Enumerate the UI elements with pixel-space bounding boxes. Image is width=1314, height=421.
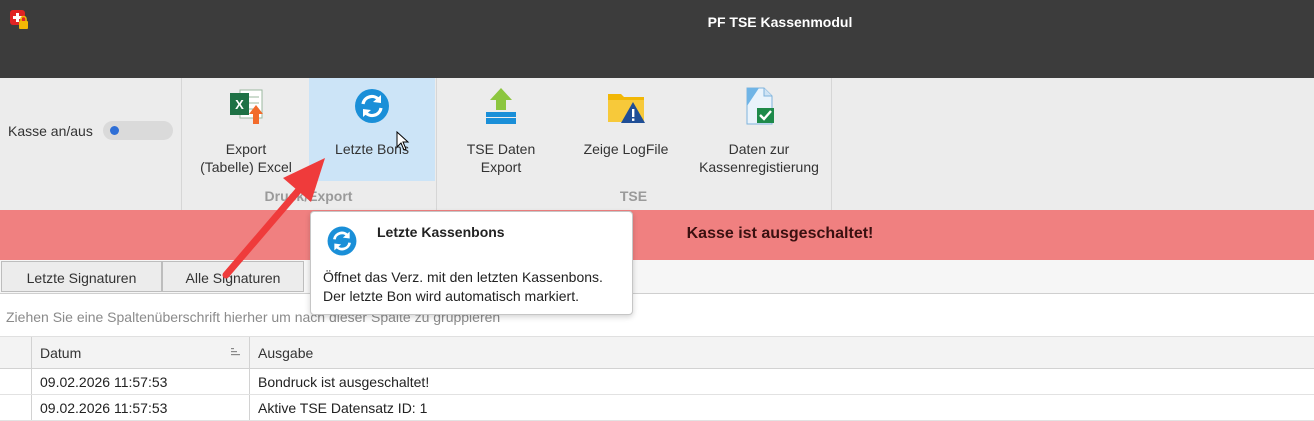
table-row[interactable]: 09.02.2026 11:57:53 Aktive TSE Datensatz… [0,395,1314,421]
tab-letzte-signaturen[interactable]: Letzte Signaturen [1,261,162,292]
zeige-logfile-button[interactable]: Zeige LogFile [566,78,686,181]
tse-daten-export-label: TSE Daten Export [466,141,536,175]
upload-arrow-icon [486,88,516,124]
group-label-tse: TSE [619,188,648,204]
cell-ausgabe-text: Bondruck ist ausgeschaltet! [258,374,430,390]
svg-text:X: X [235,97,244,112]
tse-daten-export-button[interactable]: TSE Daten Export [441,78,561,181]
grid-header: Datum Ausgabe [0,337,1314,369]
status-banner: Kasse ist ausgeschaltet! [0,210,1314,260]
export-excel-button[interactable]: X Export (Tabelle) Excel [186,78,306,181]
group-by-panel[interactable]: Ziehen Sie eine Spaltenüberschrift hierh… [0,293,1314,337]
row-indicator [0,395,32,420]
tooltip-letzte-kassenbons: Letzte Kassenbons Öffnet das Verz. mit d… [310,211,633,315]
toggle-knob [110,126,119,135]
folder-warning-icon [608,94,645,123]
tooltip-body: Öffnet das Verz. mit den letzten Kassenb… [323,269,603,304]
title-bar: PF TSE Kassenmodul [0,0,1314,78]
window-title: PF TSE Kassenmodul [707,14,853,30]
row-indicator-header [0,337,32,368]
group-label-druck-export: Druck/Export [264,188,353,204]
table-row[interactable]: 09.02.2026 11:57:53 Bondruck ist ausgesc… [0,369,1314,395]
kasse-toggle-label: Kasse an/aus [8,123,93,139]
refresh-circle-icon [355,89,389,123]
ribbon: Kasse an/aus X Export (Tabelle) Excel Le… [0,78,1314,211]
refresh-circle-icon [327,226,357,256]
export-excel-label: Export (Tabelle) Excel [200,141,292,175]
letzte-bons-button[interactable]: Letzte Bons [309,78,435,181]
letzte-bons-label: Letzte Bons [335,141,409,157]
kassenregistrierung-button[interactable]: Daten zur Kassenregistierung [693,78,825,181]
column-header-ausgabe-label: Ausgabe [258,345,314,361]
document-check-icon [746,87,774,125]
kassenregistrierung-label: Daten zur Kassenregistierung [699,141,819,175]
tab-strip: Letzte Signaturen Alle Signaturen [0,260,1314,293]
column-header-datum-label: Datum [40,345,82,361]
column-header-ausgabe[interactable]: Ausgabe [250,337,1314,368]
sort-icon [231,348,240,356]
kasse-toggle-switch[interactable] [103,121,173,140]
tooltip-title: Letzte Kassenbons [377,224,505,240]
excel-export-icon: X [230,89,263,124]
tab-alle-signaturen[interactable]: Alle Signaturen [162,261,304,292]
cell-datum-text: 09.02.2026 11:57:53 [40,400,168,416]
row-indicator [0,369,32,394]
ribbon-section-kasse: Kasse an/aus [0,78,182,210]
cell-datum-text: 09.02.2026 11:57:53 [40,374,168,390]
cell-ausgabe-text: Aktive TSE Datensatz ID: 1 [258,400,428,416]
column-header-datum[interactable]: Datum [32,337,250,368]
mouse-cursor-icon [396,131,410,151]
zeige-logfile-label: Zeige LogFile [583,141,669,157]
